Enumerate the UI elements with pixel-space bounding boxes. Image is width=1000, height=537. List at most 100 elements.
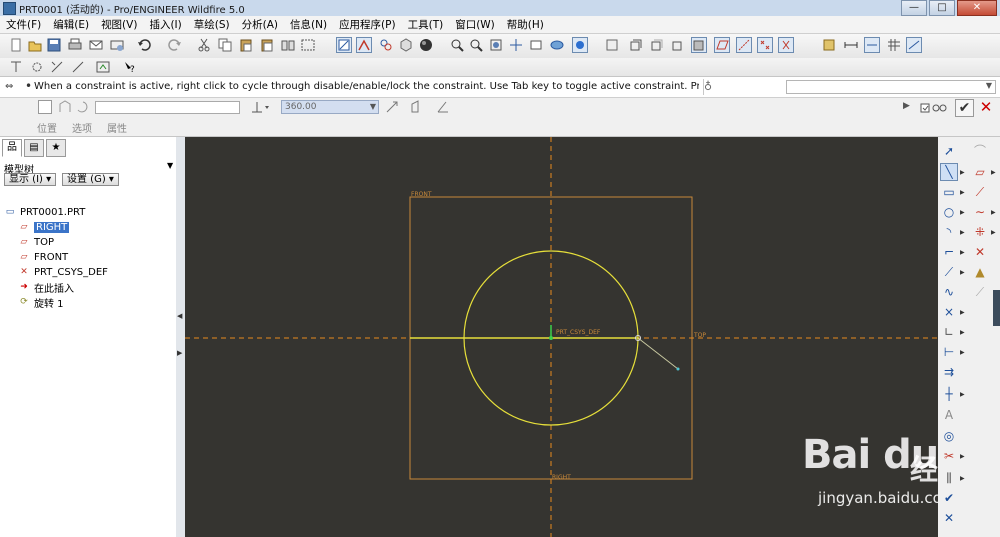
angle-input[interactable]: 360.00 ▼ <box>281 100 379 114</box>
grid-icon[interactable] <box>886 37 902 53</box>
orient-icon[interactable] <box>398 37 414 53</box>
reorient-icon[interactable] <box>508 37 524 53</box>
sketch-display-icon[interactable] <box>29 59 45 75</box>
model-tree-tab-icon[interactable]: 品 <box>2 139 22 157</box>
toolbar-grip[interactable] <box>993 290 1000 326</box>
axis-collector-icon[interactable] <box>76 100 90 114</box>
datum-axes-icon[interactable] <box>736 37 752 53</box>
analysis-tool-icon[interactable]: ▲ <box>971 263 989 281</box>
open-folder-icon[interactable] <box>27 37 43 53</box>
confirm-button[interactable]: ✔ <box>955 99 974 117</box>
datum-plane-tool-icon[interactable]: ▱ <box>971 163 989 181</box>
surface-icon[interactable] <box>58 100 72 114</box>
chevron-down-icon[interactable]: ▼ <box>167 161 173 170</box>
tree-item-top[interactable]: ▱ TOP <box>18 235 54 249</box>
line-tool-icon[interactable]: ╲ <box>940 163 958 181</box>
show-button[interactable]: 显示 (I) ▾ <box>4 173 57 186</box>
fillet-tool-icon[interactable]: ⌐ <box>940 243 958 261</box>
done-check-icon[interactable]: ✔ <box>940 489 958 507</box>
model-display-icon[interactable] <box>604 37 620 53</box>
chevron-right-icon[interactable]: ▶ <box>991 229 996 236</box>
panel-splitter[interactable]: ◀ ▶ <box>176 137 185 537</box>
zoom-in-icon[interactable] <box>449 37 465 53</box>
palette-tool-icon[interactable]: ◎ <box>940 427 958 445</box>
close-window-button[interactable]: ✕ <box>957 0 997 16</box>
hidden-line-icon[interactable] <box>649 37 665 53</box>
datum-display-icon[interactable] <box>378 37 394 53</box>
circle-tool-icon[interactable]: ○ <box>940 203 958 221</box>
modify-tool-icon[interactable]: ⇉ <box>940 363 958 381</box>
menu-file[interactable]: 文件(F) <box>0 17 47 32</box>
chevron-right-icon[interactable]: ▶ <box>960 189 965 196</box>
pause-icon[interactable]: ▶ <box>903 101 917 115</box>
no-hidden-icon[interactable] <box>670 37 686 53</box>
favorites-tab-icon[interactable]: ★ <box>46 139 66 157</box>
paste-special-icon[interactable] <box>259 37 275 53</box>
angle-type-icon[interactable] <box>250 100 269 114</box>
display-style-icon[interactable] <box>572 37 588 53</box>
maximize-button[interactable]: □ <box>929 0 955 16</box>
chevron-right-icon[interactable]: ▶ <box>960 249 965 256</box>
layers-icon[interactable] <box>549 37 565 53</box>
thicken-icon[interactable] <box>436 100 450 114</box>
rectangle-tool-icon[interactable]: ▭ <box>940 183 958 201</box>
quick-search-icon[interactable]: ♁ <box>704 80 712 93</box>
tree-item-front[interactable]: ▱ FRONT <box>18 250 69 264</box>
arc-tool-icon[interactable]: ◝ <box>940 223 958 241</box>
tree-item-revolve[interactable]: ⟳ 旋转 1 <box>18 295 63 310</box>
preview-icon[interactable] <box>920 101 947 115</box>
shading-icon[interactable] <box>418 37 434 53</box>
tab-properties[interactable]: 属性 <box>107 120 127 135</box>
copy-icon[interactable] <box>217 37 233 53</box>
chevron-right-icon[interactable]: ▶ <box>991 209 996 216</box>
chamfer-tool-icon[interactable]: ⟋ <box>940 263 958 281</box>
search-combo[interactable]: ▼ <box>786 80 996 94</box>
cancel-button[interactable]: ✕ <box>977 99 995 117</box>
sketch-verify-icon[interactable] <box>70 59 86 75</box>
datum-point-tool-icon[interactable]: ⁜ <box>971 223 989 241</box>
menu-edit[interactable]: 编辑(E) <box>47 17 95 32</box>
undo-icon[interactable] <box>136 37 152 53</box>
regenerate-icon[interactable] <box>280 37 296 53</box>
collapse-left-icon[interactable]: ◀ <box>177 312 182 320</box>
datum-planes-icon[interactable] <box>714 37 730 53</box>
menu-sketch[interactable]: 草绘(S) <box>188 17 236 32</box>
chevron-right-icon[interactable]: ▶ <box>960 209 965 216</box>
select-arrow-icon[interactable]: ➚ <box>940 142 958 160</box>
paste-icon[interactable] <box>238 37 254 53</box>
spline-tool-icon[interactable]: ∿ <box>940 283 958 301</box>
chevron-right-icon[interactable]: ▶ <box>960 391 965 398</box>
sketch-setup-icon[interactable] <box>8 59 24 75</box>
settings-button[interactable]: 设置 (G) ▾ <box>62 173 119 186</box>
quit-icon[interactable]: ✕ <box>940 509 958 527</box>
annotation-icon[interactable] <box>821 37 837 53</box>
chevron-right-icon[interactable]: ▶ <box>960 269 965 276</box>
remove-material-icon[interactable] <box>410 100 424 114</box>
csys-tool-icon[interactable]: ✕ <box>971 243 989 261</box>
mirror-tool-icon[interactable]: ⫼ <box>940 469 958 487</box>
send-mail-icon[interactable] <box>88 37 104 53</box>
menu-help[interactable]: 帮助(H) <box>501 17 550 32</box>
tab-placement[interactable]: 位置 <box>37 120 57 135</box>
cut-icon[interactable] <box>196 37 212 53</box>
datum-axis-tool-icon[interactable]: ⟋ <box>971 183 989 201</box>
refit-icon[interactable] <box>488 37 504 53</box>
new-file-icon[interactable] <box>8 37 24 53</box>
menu-window[interactable]: 窗口(W) <box>449 17 501 32</box>
chevron-right-icon[interactable]: ▶ <box>960 453 965 460</box>
tree-item-insert-here[interactable]: ➜ 在此插入 <box>18 280 74 295</box>
text-tool-icon[interactable]: A <box>940 406 958 424</box>
view-manager-icon[interactable] <box>529 37 545 53</box>
datum-curve-tool-icon[interactable]: ∼ <box>971 203 989 221</box>
mail-link-icon[interactable] <box>109 37 125 53</box>
chevron-right-icon[interactable]: ▶ <box>960 349 965 356</box>
minimize-button[interactable]: — <box>901 0 927 16</box>
expand-right-icon[interactable]: ▶ <box>177 349 182 357</box>
sketch-view-icon[interactable] <box>336 37 352 53</box>
chevron-right-icon[interactable]: ▶ <box>960 229 965 236</box>
graphics-window[interactable]: FRONT PRT_CSYS_DEF TOP RIGHT Bai du 经验 j… <box>185 137 966 537</box>
dimension-tool-icon[interactable]: ⊢ <box>940 343 958 361</box>
save-icon[interactable] <box>46 37 62 53</box>
constraint-display-icon[interactable] <box>49 59 65 75</box>
trim-tool-icon[interactable]: ✂ <box>940 447 958 465</box>
